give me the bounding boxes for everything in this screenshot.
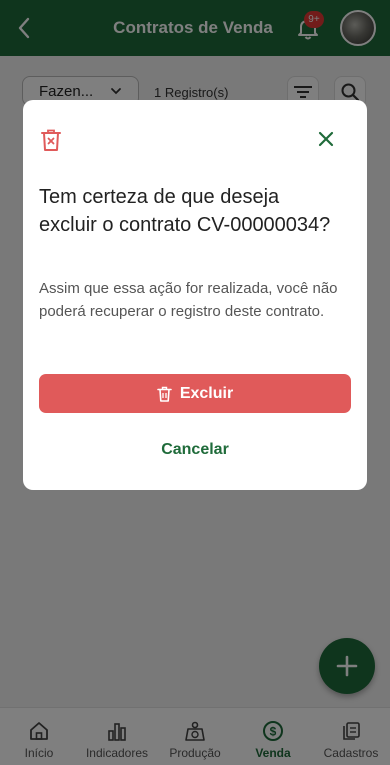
modal-message: Assim que essa ação for realizada, você …: [39, 280, 338, 320]
delete-button-label: Excluir: [179, 384, 234, 402]
cancel-button-label: Cancelar: [161, 441, 229, 458]
delete-button[interactable]: Excluir: [39, 374, 351, 413]
modal-title: Tem certeza de que deseja excluir o cont…: [39, 186, 331, 236]
close-modal-button[interactable]: [315, 128, 337, 150]
trash-icon: [157, 386, 172, 402]
delete-confirmation-modal: Tem certeza de que deseja excluir o cont…: [23, 100, 367, 490]
trash-icon: [41, 129, 61, 151]
close-icon: [318, 131, 334, 147]
cancel-button[interactable]: Cancelar: [39, 437, 351, 463]
